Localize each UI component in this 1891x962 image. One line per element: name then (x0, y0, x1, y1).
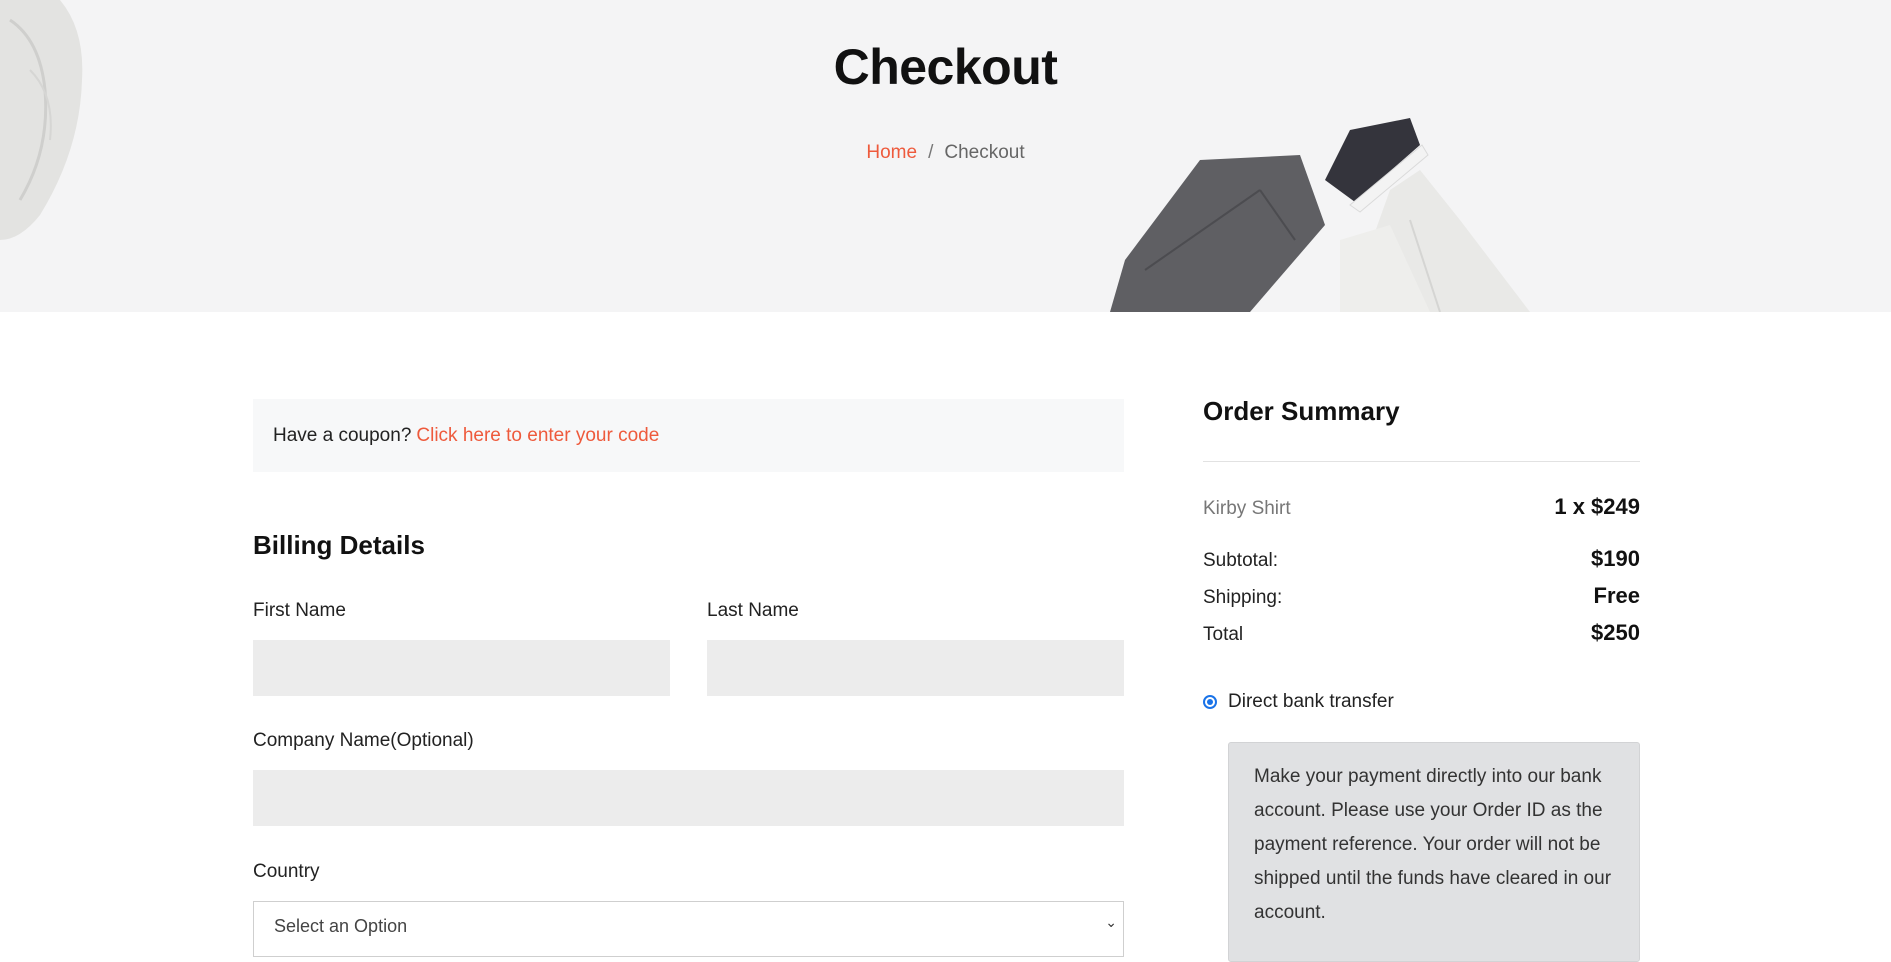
company-name-field[interactable] (253, 770, 1124, 826)
breadcrumb-current: Checkout (944, 142, 1025, 163)
subtotal-value: $190 (1591, 546, 1640, 571)
country-select-value: Select an Option (274, 916, 408, 936)
summary-item-name: Kirby Shirt (1203, 498, 1291, 519)
last-name-field[interactable] (707, 640, 1124, 696)
total-value: $250 (1591, 620, 1640, 645)
coupon-prompt: Have a coupon? (273, 424, 412, 446)
breadcrumb-home-link[interactable]: Home (866, 142, 917, 163)
clothing-decoration-image (1110, 118, 1530, 312)
subtotal-row: Subtotal: $190 (1203, 546, 1640, 572)
shipping-label: Shipping: (1203, 587, 1283, 608)
breadcrumb: Home / Checkout (0, 142, 1891, 164)
first-name-field[interactable] (253, 640, 670, 696)
payment-option-label: Direct bank transfer (1228, 691, 1394, 712)
first-name-label: First Name (253, 600, 346, 621)
summary-item-row: Kirby Shirt 1 x $249 (1203, 494, 1640, 520)
payment-description: Make your payment directly into our bank… (1228, 742, 1640, 962)
radio-selected-icon[interactable] (1203, 695, 1217, 709)
coupon-banner: Have a coupon? Click here to enter your … (253, 399, 1124, 472)
country-label: Country (253, 861, 320, 882)
breadcrumb-separator: / (928, 142, 934, 163)
order-summary-title: Order Summary (1203, 396, 1400, 426)
page-header-banner: Checkout Home / Checkout (0, 0, 1891, 312)
total-row: Total $250 (1203, 620, 1640, 646)
shipping-row: Shipping: Free (1203, 583, 1640, 609)
coupon-code-link[interactable]: Click here to enter your code (416, 425, 659, 447)
summary-item-price: 1 x $249 (1554, 494, 1640, 519)
subtotal-label: Subtotal: (1203, 550, 1278, 571)
total-label: Total (1203, 624, 1244, 645)
shipping-value: Free (1593, 583, 1640, 608)
company-name-label: Company Name(Optional) (253, 730, 474, 751)
country-select[interactable]: Select an Option ⌄ (253, 901, 1124, 957)
page-title: Checkout (833, 39, 1058, 95)
billing-details-title: Billing Details (253, 530, 425, 560)
last-name-label: Last Name (707, 600, 799, 621)
summary-divider (1203, 461, 1640, 462)
payment-option-bank-transfer[interactable]: Direct bank transfer (1203, 691, 1394, 713)
chevron-down-icon: ⌄ (1105, 914, 1117, 930)
